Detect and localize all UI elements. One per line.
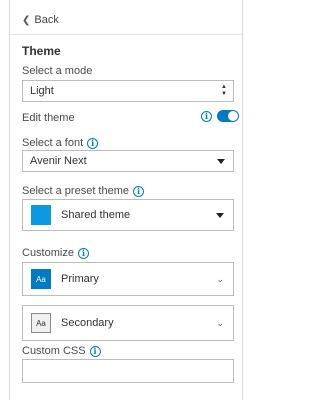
secondary-color-icon: Aa: [31, 313, 51, 333]
customize-item-primary[interactable]: Aa Primary ⌄: [22, 262, 234, 296]
info-icon[interactable]: i: [89, 345, 101, 357]
info-icon[interactable]: i: [133, 185, 145, 197]
font-select-value: Avenir Next: [30, 155, 87, 167]
customize-label: Customize i: [22, 247, 89, 259]
chevron-down-icon: ⌄: [216, 318, 224, 328]
updown-icon: ▲ ▼: [221, 84, 227, 97]
font-label: Select a font i: [22, 137, 99, 149]
mode-label: Select a mode: [22, 65, 93, 77]
toggle-knob: [228, 111, 238, 121]
caret-down-icon: [216, 213, 224, 218]
customize-item-label: Primary: [61, 273, 99, 285]
preset-select[interactable]: Shared theme: [22, 199, 234, 231]
caret-down-icon: [217, 159, 225, 164]
chevron-down-icon: ⌄: [216, 274, 224, 284]
customize-item-label: Secondary: [61, 317, 114, 329]
info-icon[interactable]: i: [201, 110, 212, 122]
theme-panel: ❮ Back Theme Select a mode Light ▲ ▼ Edit…: [9, 0, 243, 400]
edit-theme-toggle[interactable]: [217, 110, 239, 122]
customize-item-secondary[interactable]: Aa Secondary ⌄: [22, 305, 234, 341]
preset-select-value: Shared theme: [61, 209, 131, 221]
custom-css-input[interactable]: [22, 359, 234, 383]
divider: [10, 34, 242, 35]
info-icon[interactable]: i: [87, 137, 99, 149]
section-title: Theme: [22, 44, 61, 58]
info-icon[interactable]: i: [77, 247, 89, 259]
chevron-left-icon: ❮: [22, 14, 31, 26]
primary-color-icon: Aa: [31, 269, 51, 289]
back-button[interactable]: ❮ Back: [10, 9, 242, 31]
edit-theme-controls: i: [197, 110, 239, 122]
edit-theme-label: Edit theme: [22, 112, 75, 124]
color-swatch: [31, 205, 51, 225]
mode-select[interactable]: Light ▲ ▼: [22, 80, 234, 102]
back-label: Back: [34, 14, 59, 26]
custom-css-label: Custom CSS i: [22, 345, 101, 357]
mode-select-value: Light: [30, 85, 54, 97]
preset-label: Select a preset theme i: [22, 185, 145, 197]
font-select[interactable]: Avenir Next: [22, 150, 234, 172]
